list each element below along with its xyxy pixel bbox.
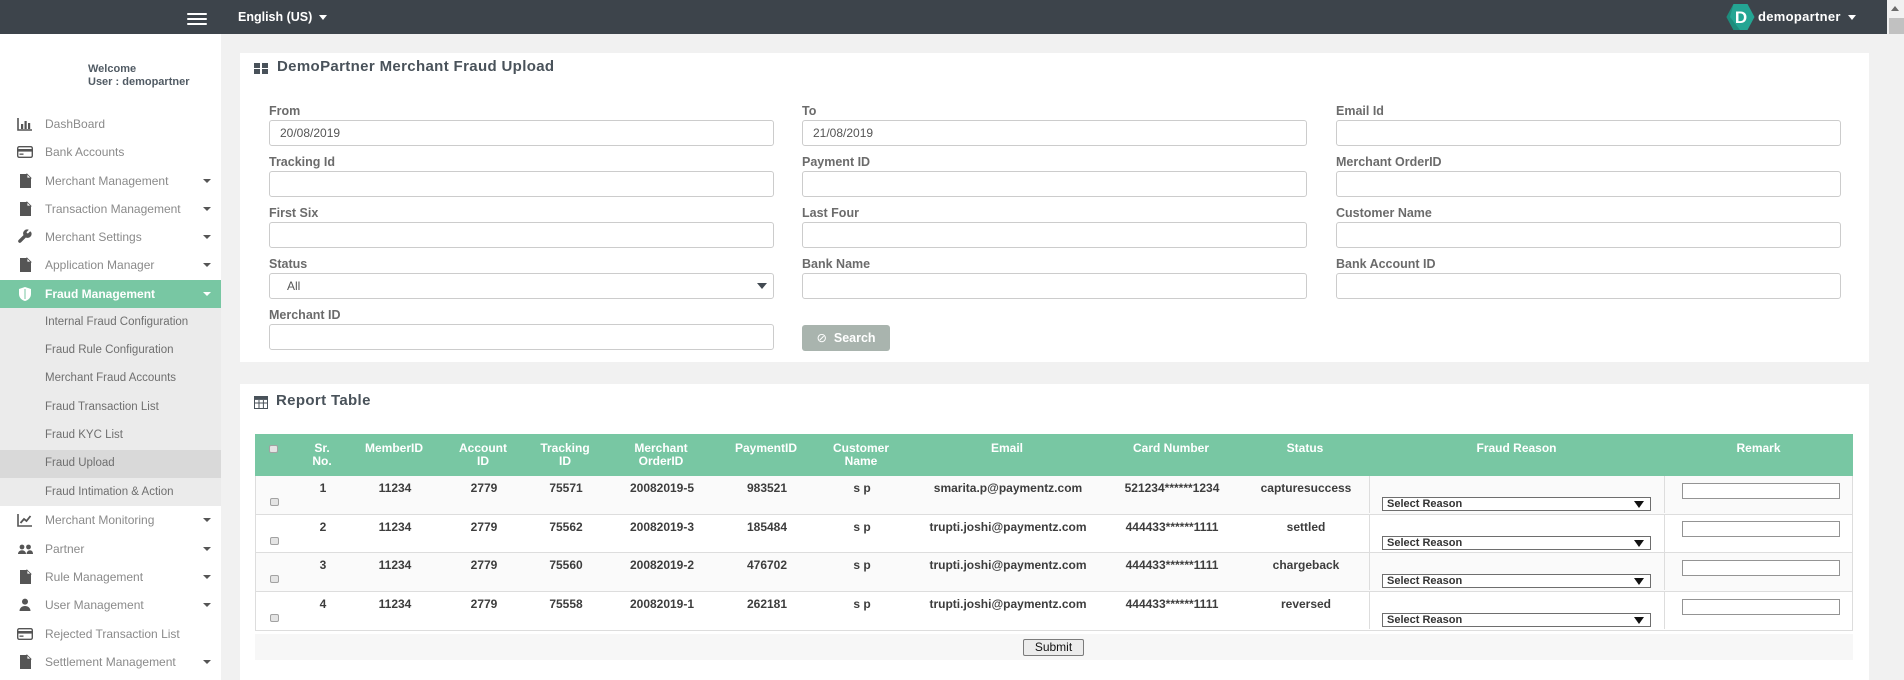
svg-text:D: D xyxy=(1735,8,1747,27)
